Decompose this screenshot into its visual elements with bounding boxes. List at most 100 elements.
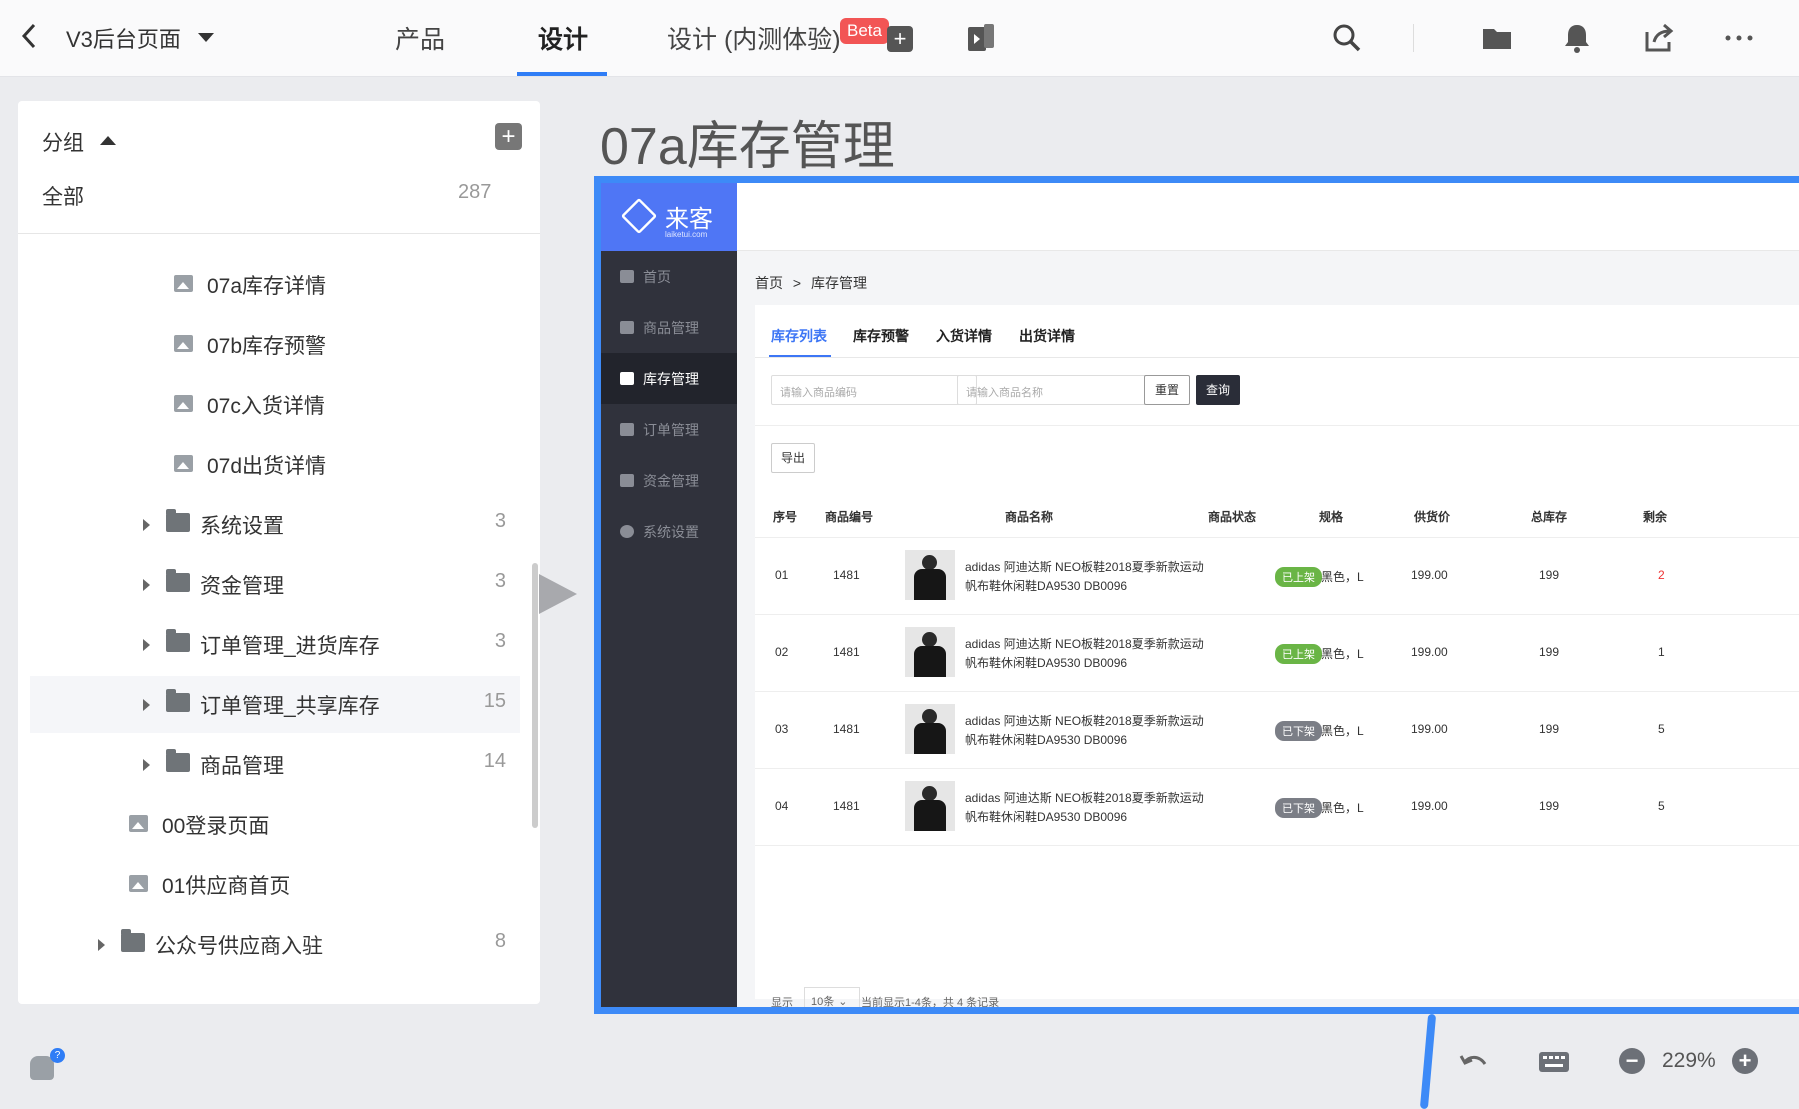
collapse-caret-icon[interactable] — [100, 136, 116, 145]
add-group-button[interactable]: + — [495, 123, 522, 150]
tree-item-page[interactable]: 07b库存预警 — [30, 316, 520, 373]
tree-item-page[interactable]: 00登录页面 — [30, 796, 520, 853]
product-name-line2: 帆布鞋休闲鞋DA9530 DB0096 — [965, 810, 1128, 824]
product-name-line2: 帆布鞋休闲鞋DA9530 DB0096 — [965, 733, 1128, 747]
tree-item-folder[interactable]: 公众号供应商入驻 8 — [30, 916, 520, 973]
tree-item-label: 07c入货详情 — [207, 395, 325, 418]
design-artboard[interactable]: 来客 laiketui.com 首页 商品管理 库存管理 订单管理 资金管理 系… — [594, 176, 1799, 1014]
beta-badge: Beta — [840, 18, 889, 44]
zoom-out-button[interactable]: − — [1619, 1048, 1645, 1074]
tree-item-folder[interactable]: 系统设置 3 — [30, 496, 520, 553]
mock-nav-home[interactable]: 首页 — [601, 251, 737, 302]
export-button[interactable]: 导出 — [771, 443, 815, 473]
add-icon[interactable]: + — [887, 26, 913, 52]
image-page-icon — [174, 275, 193, 292]
tree-item-label: 公众号供应商入驻 — [155, 935, 323, 958]
mock-nav-products[interactable]: 商品管理 — [601, 302, 737, 353]
page-title: 07a库存管理 — [600, 118, 895, 176]
product-name-input[interactable]: 请输入商品名称 — [957, 375, 1163, 405]
tab-outbound-details[interactable]: 出货详情 — [1019, 326, 1075, 346]
breadcrumb-home[interactable]: 首页 — [755, 275, 783, 291]
chevron-down-icon: ⌄ — [838, 996, 848, 1008]
tab-design-beta[interactable]: 设计 (内测体验) — [667, 20, 841, 56]
expand-arrow-icon[interactable] — [98, 939, 105, 951]
query-button[interactable]: 查询 — [1196, 375, 1240, 405]
tree-item-count: 15 — [483, 690, 506, 712]
tree-item-label: 00登录页面 — [162, 815, 270, 838]
project-name[interactable]: V3后台页面 — [66, 22, 181, 54]
tree-item-folder[interactable]: 商品管理 14 — [30, 736, 520, 793]
image-page-icon — [174, 335, 193, 352]
cell-spec: 黑色，L — [1321, 647, 1364, 661]
expand-arrow-icon[interactable] — [143, 579, 150, 591]
tree-item-folder[interactable]: 资金管理 3 — [30, 556, 520, 613]
preview-icon[interactable] — [964, 22, 998, 54]
search-icon[interactable] — [1330, 22, 1364, 54]
tab-design[interactable]: 设计 — [538, 20, 588, 56]
product-name-line2: 帆布鞋休闲鞋DA9530 DB0096 — [965, 579, 1128, 593]
tree-item-label: 01供应商首页 — [162, 875, 291, 898]
active-tab-indicator — [517, 72, 607, 76]
share-icon[interactable] — [1642, 22, 1676, 54]
all-pages-label[interactable]: 全部 — [42, 181, 84, 211]
more-icon[interactable] — [1722, 22, 1756, 54]
product-name-line2: 帆布鞋休闲鞋DA9530 DB0096 — [965, 656, 1128, 670]
page-tree-panel: 分组 + 全部 287 07a库存详情 07b库存预警 07c入货详情 07d出… — [18, 101, 540, 1004]
undo-icon[interactable] — [1457, 1048, 1491, 1076]
expand-arrow-icon[interactable] — [143, 699, 150, 711]
nav-label: 首页 — [643, 269, 671, 285]
tree-item-label: 订单管理_进货库存 — [200, 635, 380, 658]
mock-nav-settings[interactable]: 系统设置 — [601, 506, 737, 557]
connector-line — [1419, 1013, 1437, 1109]
reset-button[interactable]: 重置 — [1144, 375, 1190, 405]
tree-item-folder[interactable]: 订单管理_进货库存 3 — [30, 616, 520, 673]
expand-arrow-icon[interactable] — [143, 519, 150, 531]
tree-item-page[interactable]: 07d出货详情 — [30, 436, 520, 493]
tree-item-label: 系统设置 — [200, 515, 284, 538]
folder-icon[interactable] — [1480, 22, 1514, 54]
cell-index: 01 — [775, 568, 789, 582]
tab-product[interactable]: 产品 — [395, 20, 445, 56]
cell-remaining: 1 — [1658, 645, 1665, 659]
nav-label: 订单管理 — [643, 422, 699, 438]
zoom-level[interactable]: 229% — [1662, 1049, 1716, 1073]
tab-inventory-warning[interactable]: 库存预警 — [853, 326, 909, 346]
logo-mark-icon — [620, 197, 658, 235]
cell-index: 03 — [775, 722, 789, 736]
product-name-line1: adidas 阿迪达斯 NEO板鞋2018夏季新款运动 — [965, 791, 1204, 805]
collapse-panel-icon[interactable] — [539, 574, 577, 614]
th-product-code: 商品编号 — [825, 510, 874, 524]
mock-nav-funds[interactable]: 资金管理 — [601, 455, 737, 506]
tree-item-label: 资金管理 — [200, 575, 284, 598]
back-arrow-icon[interactable] — [18, 22, 42, 50]
tab-inbound-details[interactable]: 入货详情 — [936, 326, 992, 346]
image-page-icon — [174, 455, 193, 472]
tab-inventory-list[interactable]: 库存列表 — [771, 326, 827, 346]
tree-item-page[interactable]: 01供应商首页 — [30, 856, 520, 913]
mock-nav-inventory[interactable]: 库存管理 — [601, 353, 737, 404]
th-product-name: 商品名称 — [1005, 510, 1054, 524]
th-spec: 规格 — [1319, 510, 1344, 524]
keyboard-icon[interactable] — [1537, 1048, 1571, 1076]
cell-product-name: adidas 阿迪达斯 NEO板鞋2018夏季新款运动 帆布鞋休闲鞋DA9530 … — [965, 712, 1245, 750]
expand-arrow-icon[interactable] — [143, 759, 150, 771]
table-row[interactable]: 01 1481 adidas 阿迪达斯 NEO板鞋2018夏季新款运动 帆布鞋休闲… — [755, 538, 1799, 615]
zoom-in-button[interactable]: + — [1732, 1048, 1758, 1074]
page-size-select[interactable]: 10条 ⌄ — [804, 987, 860, 1008]
table-row[interactable]: 03 1481 adidas 阿迪达斯 NEO板鞋2018夏季新款运动 帆布鞋休闲… — [755, 692, 1799, 769]
panel-scrollbar[interactable] — [532, 563, 538, 828]
expand-arrow-icon[interactable] — [143, 639, 150, 651]
tree-item-page[interactable]: 07c入货详情 — [30, 376, 520, 433]
tree-item-folder[interactable]: 订单管理_共享库存 15 — [30, 676, 520, 733]
tree-item-page[interactable]: 07a库存详情 — [30, 256, 520, 313]
cell-spec: 黑色，L — [1321, 724, 1364, 738]
group-label[interactable]: 分组 — [42, 127, 84, 157]
product-code-input[interactable]: 请输入商品编码 — [771, 375, 977, 405]
bell-icon[interactable] — [1560, 22, 1594, 54]
table-row[interactable]: 04 1481 adidas 阿迪达斯 NEO板鞋2018夏季新款运动 帆布鞋休闲… — [755, 769, 1799, 846]
mock-logo: 来客 laiketui.com — [601, 183, 737, 251]
table-row[interactable]: 02 1481 adidas 阿迪达斯 NEO板鞋2018夏季新款运动 帆布鞋休闲… — [755, 615, 1799, 692]
gear-icon — [620, 525, 634, 538]
project-dropdown-icon[interactable] — [198, 33, 214, 42]
mock-nav-orders[interactable]: 订单管理 — [601, 404, 737, 455]
